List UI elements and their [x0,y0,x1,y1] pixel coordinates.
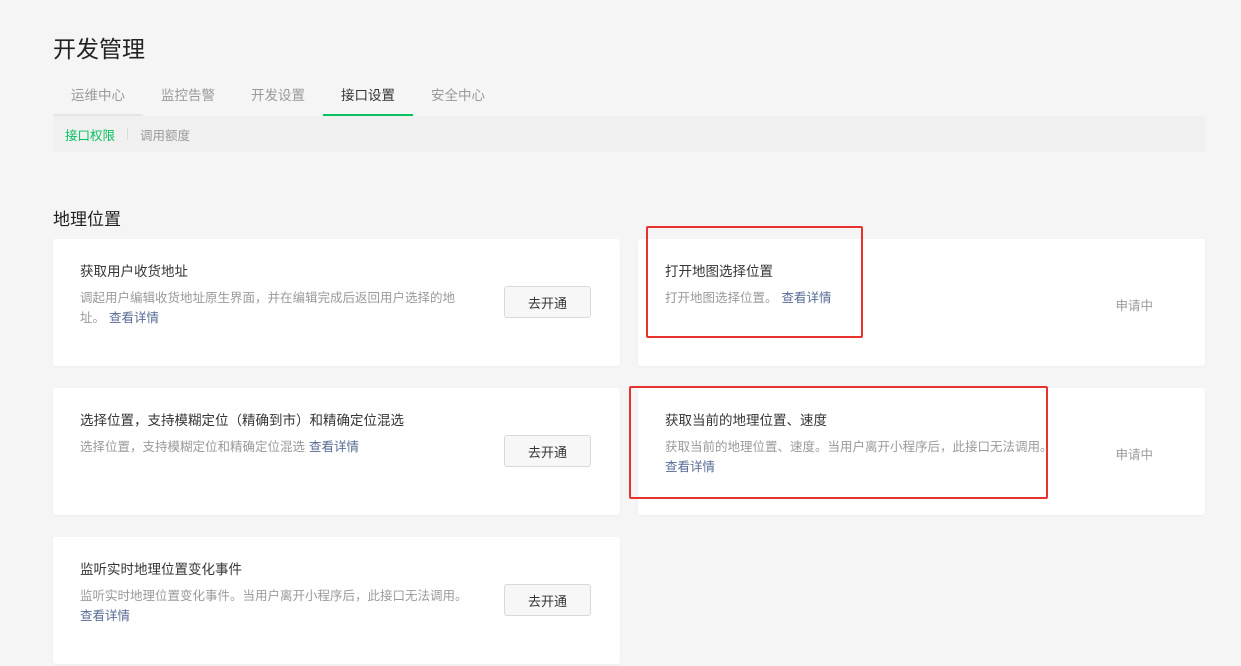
subnav-api-permissions[interactable]: 接口权限 [53,125,127,144]
tab-security-center[interactable]: 安全中心 [413,82,503,116]
sub-navigation: 接口权限 调用额度 [53,116,1205,152]
view-details-link[interactable]: 查看详情 [109,310,159,325]
card-description: 调起用户编辑收货地址原生界面，并在编辑完成后返回用户选择的地 址。 查看详情 [80,290,456,325]
api-card-get-location-speed: 获取当前的地理位置、速度 获取当前的地理位置、速度。当用户离开小程序后，此接口无… [638,388,1205,515]
card-title: 选择位置，支持模糊定位（精确到市）和精确定位混选 [80,413,404,429]
api-card-open-map-choose-location: 打开地图选择位置 打开地图选择位置。 查看详情 申请中 [638,239,1205,366]
view-details-link[interactable]: 查看详情 [782,290,832,305]
view-details-link[interactable]: 查看详情 [309,439,359,454]
card-title: 监听实时地理位置变化事件 [80,562,242,578]
view-details-link[interactable]: 查看详情 [80,608,130,623]
section-title: 地理位置 [53,210,121,230]
activate-button[interactable]: 去开通 [504,286,591,318]
status-badge: 申请中 [1115,298,1153,313]
activate-button[interactable]: 去开通 [504,584,591,616]
api-card-choose-location-mixed: 选择位置，支持模糊定位（精确到市）和精确定位混选 选择位置，支持模糊定位和精确定… [53,388,620,515]
tab-api-settings[interactable]: 接口设置 [323,82,413,116]
card-description: 选择位置，支持模糊定位和精确定位混选 查看详情 [80,439,360,454]
status-badge: 申请中 [1115,447,1153,462]
tab-ops-center[interactable]: 运维中心 [53,82,143,116]
card-description: 获取当前的地理位置、速度。当用户离开小程序后，此接口无法调用。 查看详情 [665,439,1053,474]
activate-button[interactable]: 去开通 [504,435,591,467]
card-title: 获取用户收货地址 [80,264,188,280]
api-card-shipping-address: 获取用户收货地址 调起用户编辑收货地址原生界面，并在编辑完成后返回用户选择的地 … [53,239,620,366]
card-description: 打开地图选择位置。 查看详情 [665,290,832,305]
tab-dev-settings[interactable]: 开发设置 [233,82,323,116]
tab-monitoring-alerts[interactable]: 监控告警 [143,82,233,116]
view-details-link[interactable]: 查看详情 [665,459,715,474]
card-title: 打开地图选择位置 [665,264,773,280]
card-title: 获取当前的地理位置、速度 [665,413,827,429]
api-card-location-change-listener: 监听实时地理位置变化事件 监听实时地理位置变化事件。当用户离开小程序后，此接口无… [53,537,620,664]
card-description: 监听实时地理位置变化事件。当用户离开小程序后，此接口无法调用。 查看详情 [80,588,468,623]
page-title: 开发管理 [53,37,145,63]
tab-bar: 运维中心 监控告警 开发设置 接口设置 安全中心 [53,82,1205,117]
subnav-call-quota[interactable]: 调用额度 [128,125,202,144]
